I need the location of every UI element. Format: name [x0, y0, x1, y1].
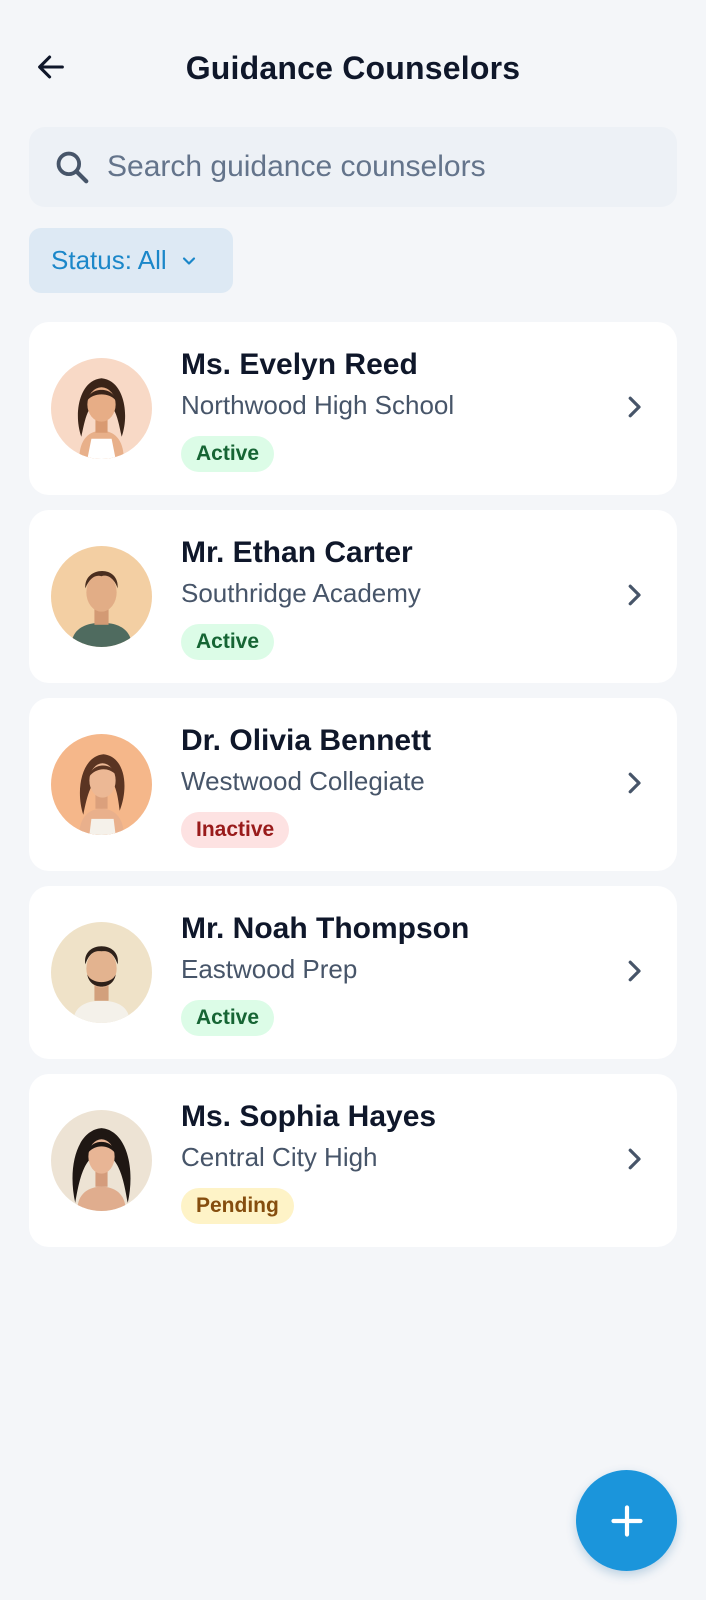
status-badge: Active — [181, 1000, 275, 1036]
counselor-card[interactable]: Ms. Evelyn Reed Northwood High School Ac… — [29, 322, 677, 495]
counselor-name: Ms. Evelyn Reed — [181, 348, 418, 381]
counselor-name: Dr. Olivia Bennett — [181, 724, 432, 757]
add-counselor-button[interactable] — [576, 1470, 677, 1571]
search-bar[interactable] — [29, 127, 677, 207]
counselor-school: Eastwood Prep — [181, 954, 358, 984]
search-input[interactable] — [107, 150, 647, 184]
counselor-name: Mr. Ethan Carter — [181, 536, 413, 569]
chevron-right-icon — [628, 960, 641, 982]
status-badge: Inactive — [181, 812, 290, 848]
counselors-screen: Guidance Counselors Status: All Ms. — [0, 0, 706, 1600]
status-badge: Pending — [181, 1188, 294, 1224]
counselor-school: Southridge Academy — [181, 578, 421, 608]
counselor-school: Westwood Collegiate — [181, 766, 425, 796]
status-badge: Active — [181, 624, 275, 660]
status-filter-label: Status: All — [51, 245, 167, 275]
chevron-down-icon — [182, 256, 195, 265]
app-header: Guidance Counselors — [0, 40, 706, 100]
status-badge: Active — [181, 436, 275, 472]
avatar — [51, 922, 152, 1023]
chevron-right-icon — [628, 396, 641, 418]
counselor-name: Mr. Noah Thompson — [181, 912, 470, 945]
avatar — [51, 734, 152, 835]
avatar — [51, 1110, 152, 1211]
counselor-name: Ms. Sophia Hayes — [181, 1100, 437, 1133]
counselor-school: Central City High — [181, 1142, 378, 1172]
avatar — [51, 358, 152, 459]
counselor-card[interactable]: Mr. Ethan Carter Southridge Academy Acti… — [29, 510, 677, 683]
avatar — [51, 546, 152, 647]
counselor-school: Northwood High School — [181, 390, 455, 420]
counselor-card[interactable]: Dr. Olivia Bennett Westwood Collegiate I… — [29, 698, 677, 871]
search-icon — [56, 151, 89, 184]
chevron-right-icon — [628, 1148, 641, 1170]
chevron-right-icon — [628, 584, 641, 606]
page-title: Guidance Counselors — [185, 50, 521, 86]
status-filter-button[interactable]: Status: All — [29, 228, 233, 293]
counselor-card[interactable]: Mr. Noah Thompson Eastwood Prep Active — [29, 886, 677, 1059]
chevron-right-icon — [628, 772, 641, 794]
plus-icon — [610, 1504, 643, 1537]
counselor-card[interactable]: Ms. Sophia Hayes Central City High Pendi… — [29, 1074, 677, 1247]
